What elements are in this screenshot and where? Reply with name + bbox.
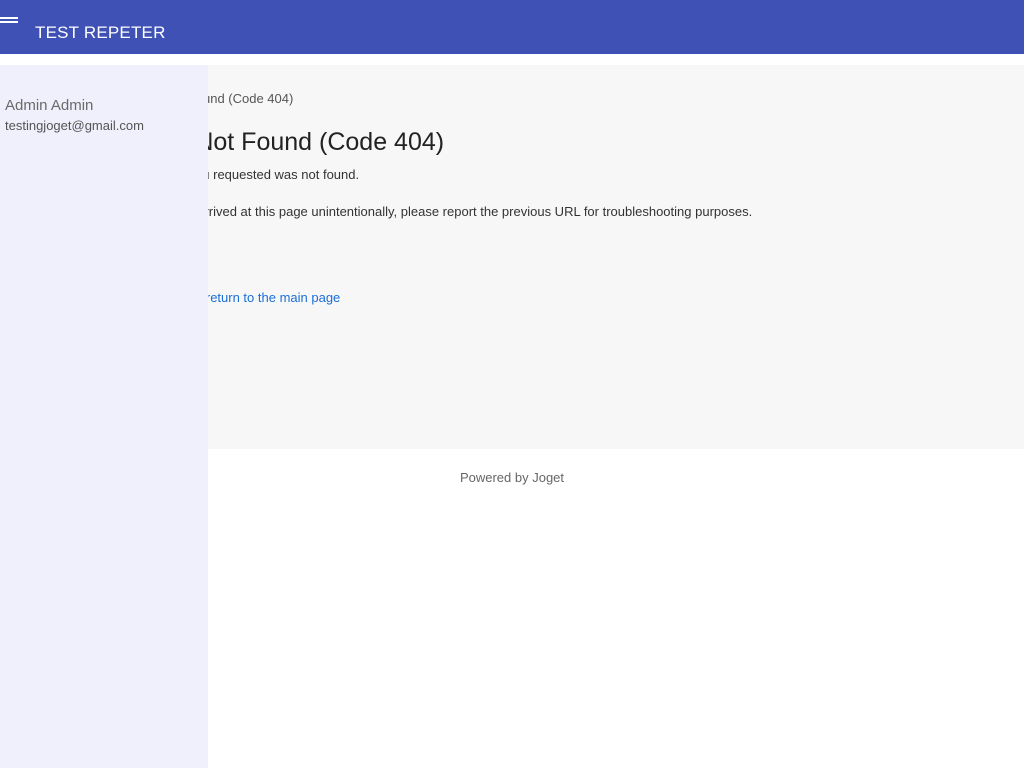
- top-app-bar: TEST REPETER: [0, 0, 1024, 54]
- hamburger-menu-icon[interactable]: [0, 17, 18, 27]
- user-name: Admin Admin: [5, 97, 94, 114]
- side-drawer: Admin Admin testingjoget@gmail.com: [0, 65, 208, 768]
- user-email: testingjoget@gmail.com: [5, 118, 144, 133]
- error-note: If you have arrived at this page uninten…: [130, 204, 753, 219]
- app-title[interactable]: TEST REPETER: [35, 23, 166, 43]
